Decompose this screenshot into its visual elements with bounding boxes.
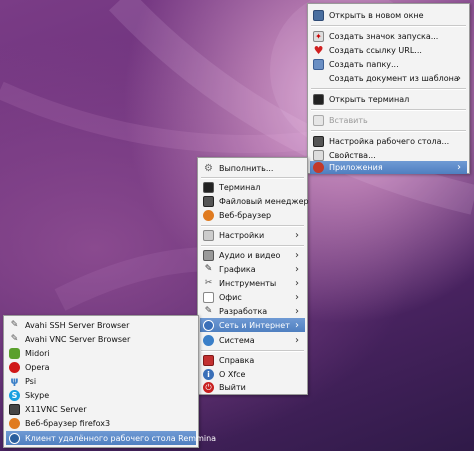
paste-item[interactable]: Вставить bbox=[310, 113, 467, 127]
browser-globe-icon bbox=[203, 209, 214, 221]
audio-video-item[interactable]: Аудио и видео › bbox=[200, 248, 305, 262]
chevron-right-icon: › bbox=[295, 263, 299, 275]
remmina-icon bbox=[9, 432, 20, 444]
chevron-right-icon: › bbox=[295, 319, 299, 331]
desktop-settings-icon bbox=[313, 135, 324, 147]
midori-item[interactable]: Midori bbox=[6, 346, 196, 360]
info-icon: i bbox=[203, 368, 214, 380]
applications-item[interactable]: Приложения › bbox=[310, 161, 467, 174]
graphics-item[interactable]: ✎ Графика › bbox=[200, 262, 305, 276]
tools-item[interactable]: ✂ Инструменты › bbox=[200, 276, 305, 290]
about-xfce-item[interactable]: i О Xfce bbox=[200, 367, 305, 381]
help-item[interactable]: Справка bbox=[200, 353, 305, 367]
chevron-right-icon: › bbox=[457, 72, 461, 84]
brush-icon: ✎ bbox=[204, 263, 213, 274]
help-book-icon bbox=[203, 354, 214, 366]
network-submenu: ✎ Avahi SSH Server Browser ✎ Avahi VNC S… bbox=[3, 315, 216, 448]
x11vnc-icon bbox=[9, 403, 20, 415]
paste-icon bbox=[313, 114, 324, 126]
opera-icon bbox=[9, 361, 20, 373]
applications-icon bbox=[313, 162, 324, 173]
skype-item[interactable]: S Skype bbox=[6, 388, 196, 402]
web-browser-item[interactable]: Веб-браузер bbox=[200, 208, 305, 222]
gears-icon: ⚙ bbox=[204, 162, 213, 174]
desktop-context-menu: Открыть в новом окне ✦ Создать значок за… bbox=[307, 3, 470, 174]
create-launcher-item[interactable]: ✦ Создать значок запуска... bbox=[310, 29, 467, 43]
development-icon: ✎ bbox=[204, 305, 213, 316]
system-item[interactable]: Система › bbox=[200, 333, 305, 347]
avahi-vnc-item[interactable]: ✎ Avahi VNC Server Browser bbox=[6, 332, 196, 346]
heart-link-icon: ♥ bbox=[313, 43, 324, 57]
office-document-icon bbox=[203, 291, 214, 303]
tools-icon: ✂ bbox=[204, 277, 213, 288]
chevron-right-icon: › bbox=[295, 334, 299, 346]
logout-item[interactable]: ⏻ Выйти bbox=[200, 380, 305, 394]
create-folder-item[interactable]: Создать папку... bbox=[310, 57, 467, 71]
desktop-settings-item[interactable]: Настройка рабочего стола... bbox=[310, 134, 467, 148]
avahi-icon: ✎ bbox=[10, 319, 19, 330]
chevron-right-icon: › bbox=[295, 249, 299, 261]
chevron-right-icon: › bbox=[457, 162, 461, 173]
chevron-right-icon: › bbox=[295, 291, 299, 303]
folder-icon bbox=[313, 58, 324, 70]
x11vnc-item[interactable]: X11VNC Server bbox=[6, 402, 196, 416]
settings-item[interactable]: Настройки › bbox=[200, 228, 305, 242]
blank-icon bbox=[313, 73, 324, 84]
opera-item[interactable]: Opera bbox=[6, 360, 196, 374]
chevron-right-icon: › bbox=[295, 229, 299, 241]
skype-icon: S bbox=[9, 389, 20, 401]
open-new-window-item[interactable]: Открыть в новом окне bbox=[310, 8, 467, 22]
file-manager-item[interactable]: Файловый менеджер bbox=[200, 194, 309, 208]
chevron-right-icon: › bbox=[295, 305, 299, 317]
firefox-item[interactable]: Веб-браузер firefox3 bbox=[6, 416, 196, 430]
network-internet-item[interactable]: Сеть и Интернет › bbox=[200, 318, 305, 332]
run-program-item[interactable]: ⚙ Выполнить... bbox=[200, 161, 305, 175]
terminal-icon bbox=[313, 93, 324, 105]
chevron-right-icon: › bbox=[295, 277, 299, 289]
midori-icon bbox=[9, 347, 20, 359]
applications-menu: ⚙ Выполнить... Терминал Файловый менедже… bbox=[197, 157, 309, 395]
properties-icon bbox=[313, 149, 324, 161]
avahi-icon: ✎ bbox=[10, 333, 19, 344]
psi-item[interactable]: ψ Psi bbox=[6, 374, 196, 388]
system-icon bbox=[203, 334, 214, 346]
terminal-item[interactable]: Терминал bbox=[200, 180, 305, 194]
office-item[interactable]: Офис › bbox=[200, 290, 305, 304]
settings-icon bbox=[203, 229, 214, 241]
create-url-link-item[interactable]: ♥ Создать ссылку URL... bbox=[310, 43, 467, 57]
open-terminal-item[interactable]: Открыть терминал bbox=[310, 92, 467, 106]
remmina-item[interactable]: Клиент удалённого рабочего стола Remmina bbox=[6, 431, 216, 445]
multimedia-icon bbox=[203, 249, 214, 261]
avahi-ssh-item[interactable]: ✎ Avahi SSH Server Browser bbox=[6, 318, 196, 332]
properties-item[interactable]: Свойства... bbox=[310, 148, 467, 162]
power-icon: ⏻ bbox=[203, 381, 214, 393]
psi-icon: ψ bbox=[10, 375, 19, 387]
launcher-icon: ✦ bbox=[313, 30, 324, 42]
firefox-icon bbox=[9, 417, 20, 429]
network-globe-icon bbox=[203, 319, 214, 331]
terminal-icon bbox=[203, 181, 214, 193]
file-manager-icon bbox=[203, 195, 214, 207]
create-document-item[interactable]: Создать документ из шаблона › bbox=[310, 71, 467, 85]
development-item[interactable]: ✎ Разработка › bbox=[200, 304, 305, 318]
window-icon bbox=[313, 9, 324, 21]
